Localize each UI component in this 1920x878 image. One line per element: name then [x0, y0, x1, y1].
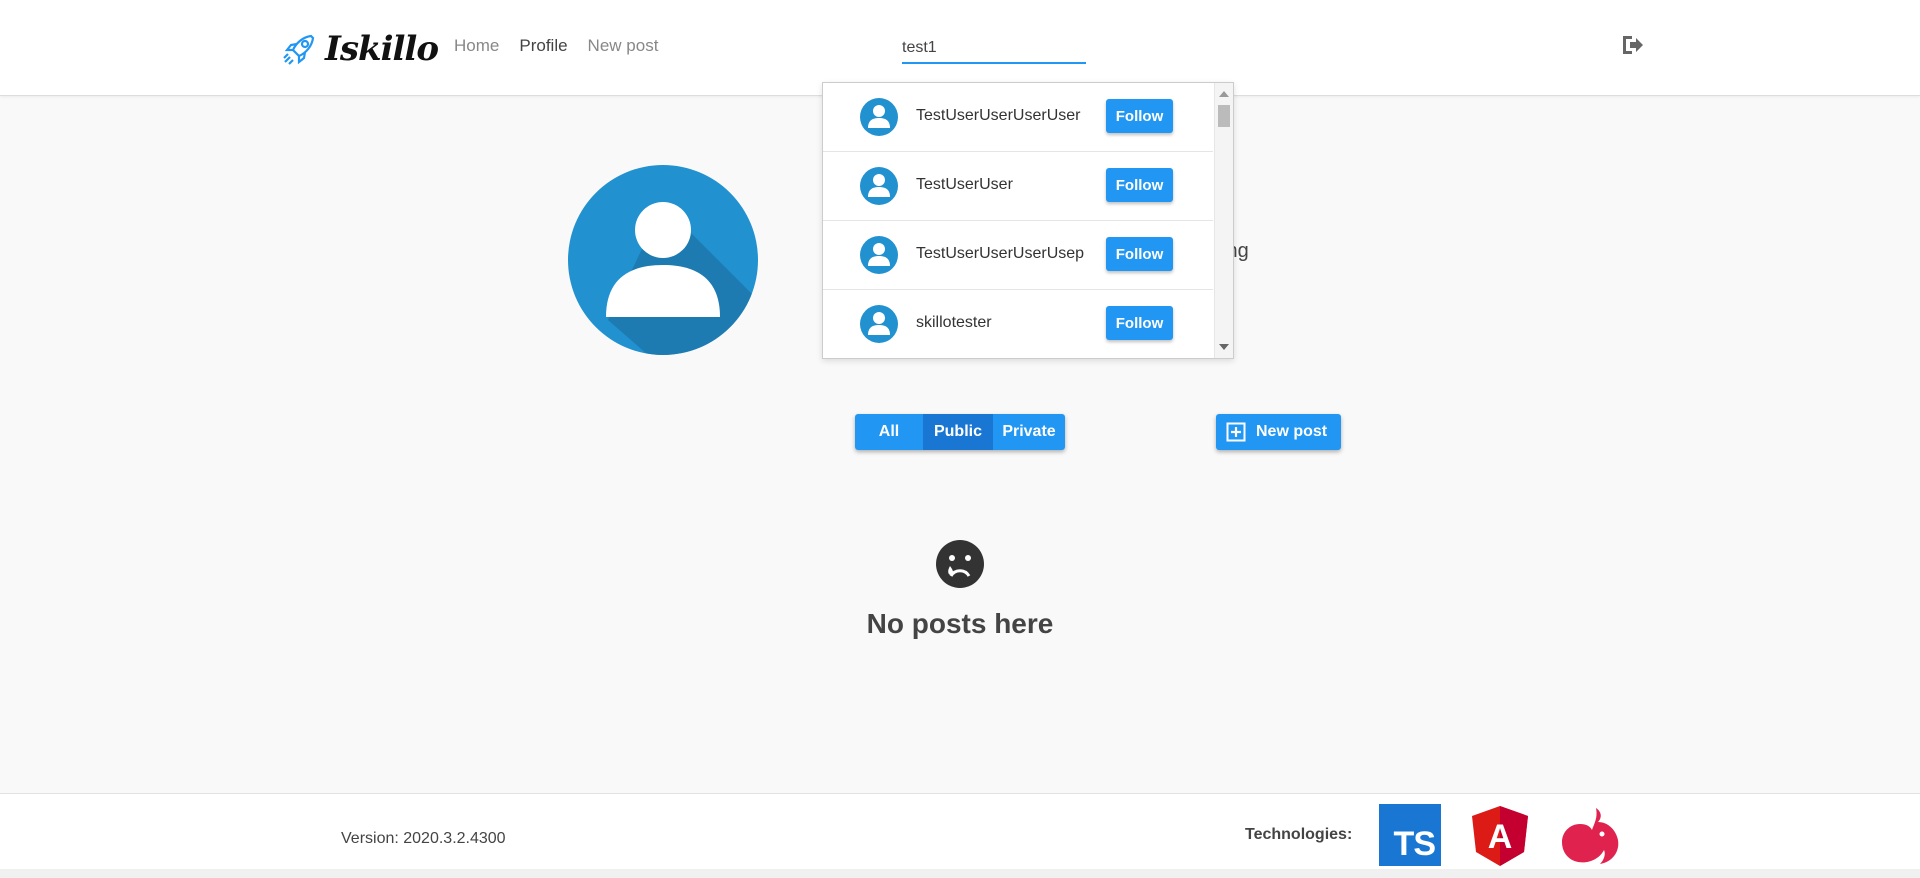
plus-square-icon [1226, 422, 1246, 442]
sad-face-icon [936, 540, 984, 588]
version-text: Version: 2020.3.2.4300 [341, 830, 506, 847]
user-name[interactable]: skillotester [916, 314, 992, 332]
scroll-down-arrow-icon[interactable] [1219, 344, 1229, 350]
logo-text: Iskillo [325, 29, 439, 69]
nav-home[interactable]: Home [454, 36, 499, 56]
new-post-label: New post [1256, 423, 1328, 440]
follow-button[interactable]: Follow [1106, 99, 1173, 133]
list-item[interactable]: TestUserUser Follow [823, 152, 1213, 221]
main-nav: Home Profile New post [454, 36, 658, 56]
search-input[interactable] [902, 34, 1086, 64]
user-avatar-icon [860, 98, 898, 136]
user-avatar-icon [860, 167, 898, 205]
list-item[interactable]: TestUserUserUserUsep Follow [823, 221, 1213, 290]
typescript-logo: TS [1379, 804, 1441, 866]
page-footer: Version: 2020.3.2.4300 Technologies: TS … [0, 793, 1920, 870]
typescript-logo-text: TS [1393, 825, 1436, 863]
user-name[interactable]: TestUserUserUserUsep [916, 245, 1084, 263]
profile-avatar[interactable] [568, 165, 758, 355]
nav-profile[interactable]: Profile [519, 36, 567, 56]
filter-all-button[interactable]: All [855, 414, 923, 450]
filter-public-button[interactable]: Public [923, 414, 993, 450]
no-posts-text: No posts here [866, 608, 1054, 639]
empty-state-message: No posts here [0, 608, 1920, 640]
user-name[interactable]: TestUserUserUserUser [916, 107, 1080, 125]
nav-new-post[interactable]: New post [588, 36, 659, 56]
filter-private-button[interactable]: Private [993, 414, 1065, 450]
logout-icon[interactable] [1621, 34, 1645, 56]
user-name[interactable]: TestUserUser [916, 176, 1013, 194]
list-item[interactable]: skillotester Follow [823, 290, 1213, 358]
user-avatar-icon [860, 305, 898, 343]
follow-button[interactable]: Follow [1106, 168, 1173, 202]
dropdown-scrollbar[interactable] [1214, 83, 1233, 358]
search-results-dropdown[interactable]: TestUserUserUserUser Follow TestUserUser… [822, 82, 1234, 359]
bottom-strip [0, 869, 1920, 878]
scrollbar-thumb[interactable] [1218, 105, 1230, 127]
new-post-button[interactable]: New post [1216, 414, 1341, 450]
search-results-list: TestUserUserUserUser Follow TestUserUser… [823, 83, 1213, 358]
list-item[interactable]: TestUserUserUserUser Follow [823, 83, 1213, 152]
app-logo[interactable]: Iskillo [281, 26, 439, 72]
scroll-up-arrow-icon[interactable] [1219, 91, 1229, 97]
follow-button[interactable]: Follow [1106, 237, 1173, 271]
rocket-icon [283, 34, 315, 65]
technologies-label: Technologies: [1245, 826, 1353, 843]
follow-button[interactable]: Follow [1106, 306, 1173, 340]
user-avatar-icon [860, 236, 898, 274]
angular-logo-letter: A [1488, 818, 1513, 856]
angular-logo: A [1472, 806, 1528, 866]
post-filter-group: All Public Private [855, 414, 1065, 450]
nestjs-logo [1562, 808, 1619, 864]
